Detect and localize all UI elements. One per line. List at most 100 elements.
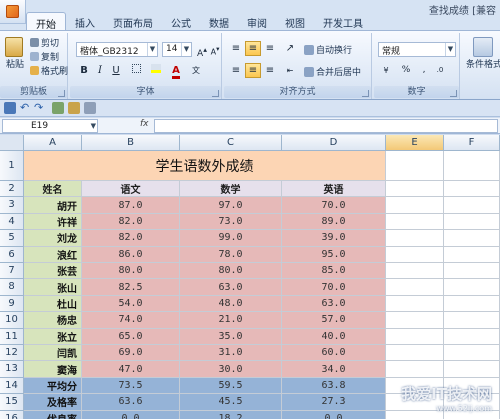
score-yuwen[interactable]: 82.0 [82,230,180,247]
fx-icon[interactable]: fx [140,119,149,129]
column-header-b[interactable]: B [82,135,180,151]
score-yingyu[interactable]: 70.0 [282,197,386,214]
row-header-6[interactable]: 6 [0,246,24,263]
score-yuwen[interactable]: 87.0 [82,197,180,214]
score-yuwen[interactable]: 82.0 [82,213,180,231]
empty-cell[interactable] [386,213,444,231]
student-name[interactable]: 张芸 [24,263,82,280]
score-yuwen[interactable]: 80.0 [82,263,180,280]
tab-insert[interactable]: 插入 [66,12,104,30]
formula-input[interactable] [154,119,498,133]
row-header-9[interactable]: 9 [0,295,24,313]
tab-formulas[interactable]: 公式 [162,12,200,30]
empty-cell[interactable] [444,361,500,378]
empty-cell[interactable] [444,246,500,263]
student-name[interactable]: 浪红 [24,246,82,263]
score-yuwen[interactable]: 54.0 [82,295,180,313]
borders-icon[interactable] [128,63,144,78]
orientation-icon[interactable]: ↗ [282,41,298,56]
row-header-2[interactable]: 2 [0,181,24,198]
empty-cell[interactable] [444,181,500,198]
cut-button[interactable]: 剪切 [30,36,59,49]
column-header-d[interactable]: D [282,135,386,151]
font-size-select[interactable]: 14 ▼ [162,42,192,57]
fill-color-icon[interactable] [148,63,164,78]
header-yingyu[interactable]: 英语 [282,181,386,198]
underline-button[interactable]: U [108,63,124,78]
score-shuxue[interactable]: 80.0 [180,263,282,280]
column-header-e[interactable]: E [386,135,444,151]
print-preview-icon[interactable] [52,102,64,114]
bold-button[interactable]: B [76,63,92,78]
empty-cell[interactable] [386,230,444,247]
select-all-corner[interactable] [0,135,24,151]
summary-pass-rate-yingyu[interactable]: 27.3 [282,394,386,411]
font-color-icon[interactable]: A [168,63,184,79]
empty-cell[interactable] [444,279,500,296]
header-shuxue[interactable]: 数学 [180,181,282,198]
summary-good-rate-shuxue[interactable]: 18.2 [180,410,282,419]
student-name[interactable]: 张山 [24,279,82,296]
office-button[interactable] [0,0,26,24]
score-yingyu[interactable]: 70.0 [282,279,386,296]
merge-center-button[interactable]: 合并后居中 [304,65,361,78]
save-icon[interactable] [4,102,16,114]
score-yingyu[interactable]: 63.0 [282,295,386,313]
summary-average-label[interactable]: 平均分 [24,377,82,395]
tab-page-layout[interactable]: 页面布局 [104,12,162,30]
font-name-select[interactable]: 楷体_GB2312 ▼ [76,42,158,57]
empty-cell[interactable] [386,197,444,214]
align-middle-icon[interactable]: ≡ [245,41,261,56]
summary-pass-rate-yuwen[interactable]: 63.6 [82,394,180,411]
font-launcher[interactable] [212,90,219,97]
score-shuxue[interactable]: 21.0 [180,312,282,329]
tab-view[interactable]: 视图 [276,12,314,30]
student-name[interactable]: 杜山 [24,295,82,313]
row-header-7[interactable]: 7 [0,263,24,280]
empty-cell[interactable] [386,181,444,198]
percent-icon[interactable]: % [398,63,414,78]
score-shuxue[interactable]: 31.0 [180,345,282,362]
score-yingyu[interactable]: 60.0 [282,345,386,362]
score-shuxue[interactable]: 78.0 [180,246,282,263]
summary-pass-rate-shuxue[interactable]: 45.5 [180,394,282,411]
empty-cell[interactable] [386,312,444,329]
header-yuwen[interactable]: 语文 [82,181,180,198]
italic-button[interactable]: I [92,63,108,78]
score-shuxue[interactable]: 97.0 [180,197,282,214]
score-yingyu[interactable]: 34.0 [282,361,386,378]
score-yingyu[interactable]: 57.0 [282,312,386,329]
shrink-font-icon[interactable]: A▾ [207,42,223,57]
student-name[interactable]: 刘龙 [24,230,82,247]
summary-pass-rate-label[interactable]: 及格率 [24,394,82,411]
empty-cell[interactable] [444,345,500,362]
score-yingyu[interactable]: 40.0 [282,328,386,345]
align-top-icon[interactable]: ≡ [228,41,244,56]
empty-cell[interactable] [386,328,444,345]
score-yingyu[interactable]: 95.0 [282,246,386,263]
row-header-10[interactable]: 10 [0,312,24,329]
empty-cell[interactable] [444,213,500,231]
empty-cell[interactable] [386,295,444,313]
empty-cell[interactable] [386,263,444,280]
conditional-format-button[interactable]: 条件格式 [466,37,500,70]
column-header-c[interactable]: C [180,135,282,151]
wrap-text-button[interactable]: 自动换行 [304,43,352,56]
align-left-icon[interactable]: ≡ [228,63,244,78]
score-yingyu[interactable]: 89.0 [282,213,386,231]
summary-average-yuwen[interactable]: 73.5 [82,377,180,395]
score-shuxue[interactable]: 35.0 [180,328,282,345]
spelling-icon[interactable] [68,102,80,114]
score-yuwen[interactable]: 86.0 [82,246,180,263]
student-name[interactable]: 窦海 [24,361,82,378]
row-header-14[interactable]: 14 [0,377,24,395]
comma-icon[interactable]: , [416,63,432,78]
empty-cell[interactable] [386,279,444,296]
row-header-11[interactable]: 11 [0,328,24,345]
score-yuwen[interactable]: 82.5 [82,279,180,296]
row-header-8[interactable]: 8 [0,279,24,296]
increase-decimal-icon[interactable]: .0 [432,63,448,78]
row-header-15[interactable]: 15 [0,394,24,411]
summary-good-rate-yingyu[interactable]: 0.0 [282,410,386,419]
number-format-select[interactable]: 常规 ▼ [378,42,456,57]
